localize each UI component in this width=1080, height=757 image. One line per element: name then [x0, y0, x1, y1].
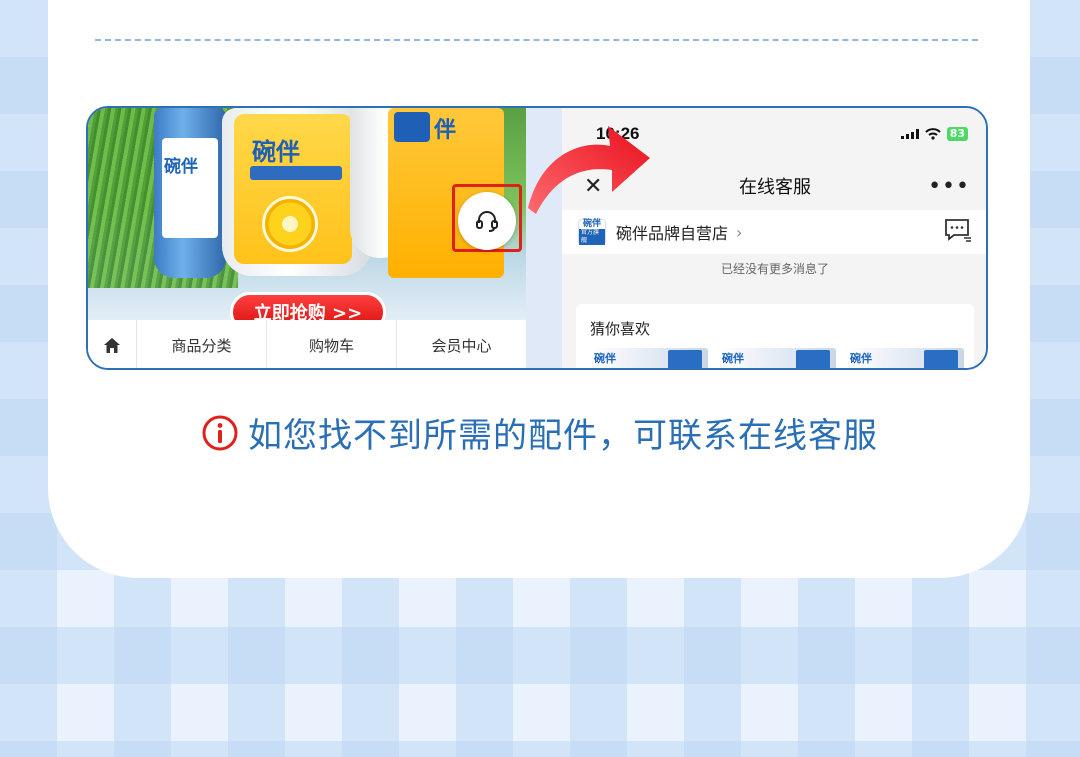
chevron-right-icon: ›	[736, 222, 743, 242]
nav-category[interactable]: 商品分类	[136, 320, 266, 368]
no-more-messages: 已经没有更多消息了	[720, 262, 829, 276]
guess-you-like-card: 猜你喜欢 碗伴 碗伴 碗伴	[576, 304, 974, 368]
nav-member-center[interactable]: 会员中心	[396, 320, 526, 368]
shop-name: 碗伴品牌自营店	[616, 224, 729, 243]
product-bottle-blue: 碗伴	[154, 108, 226, 278]
battery-icon: 83	[946, 127, 968, 141]
nav-cart[interactable]: 购物车	[266, 320, 396, 368]
recommend-item[interactable]: 碗伴	[590, 348, 708, 368]
product-bag-brand: 伴	[434, 118, 457, 143]
pointer-arrow-icon	[528, 126, 650, 214]
store-bottom-nav: 商品分类 购物车 会员中心	[88, 320, 526, 368]
chat-list-icon[interactable]	[944, 218, 972, 246]
screenshot-frame: 碗伴 碗伴 伴 立即抢购 >> 商品分类 购物车 会员中心 83 ✕ 在线客服 …	[86, 106, 988, 370]
signal-icon	[900, 129, 919, 139]
nav-home[interactable]	[88, 320, 136, 368]
product-banner[interactable]: 碗伴 碗伴 伴 立即抢购 >>	[88, 108, 526, 320]
contact-hint: 如您找不到所需的配件，可联系在线客服	[0, 408, 1080, 457]
product-brand-label: 碗伴	[164, 157, 198, 177]
product-brand-label: 碗伴	[252, 138, 300, 166]
store-panel: 碗伴 碗伴 伴 立即抢购 >> 商品分类 购物车 会员中心	[88, 108, 526, 368]
shop-logo: 碗伴 官方旗舰	[578, 219, 606, 245]
headset-icon	[476, 211, 498, 232]
wifi-icon	[924, 128, 941, 140]
dashed-divider	[95, 39, 978, 41]
buy-now-button[interactable]: 立即抢购 >>	[230, 292, 386, 320]
recommend-item[interactable]: 碗伴	[718, 348, 836, 368]
info-icon	[202, 415, 238, 450]
guess-you-like-title: 猜你喜欢	[590, 320, 651, 338]
hint-text: 如您找不到所需的配件，可联系在线客服	[248, 416, 878, 456]
more-options-icon[interactable]: •••	[928, 174, 970, 199]
customer-service-button[interactable]	[458, 192, 516, 250]
lemon-icon	[262, 196, 318, 252]
chat-title: 在线客服	[739, 177, 811, 198]
home-icon	[104, 337, 120, 353]
recommend-item[interactable]: 碗伴	[846, 348, 964, 368]
